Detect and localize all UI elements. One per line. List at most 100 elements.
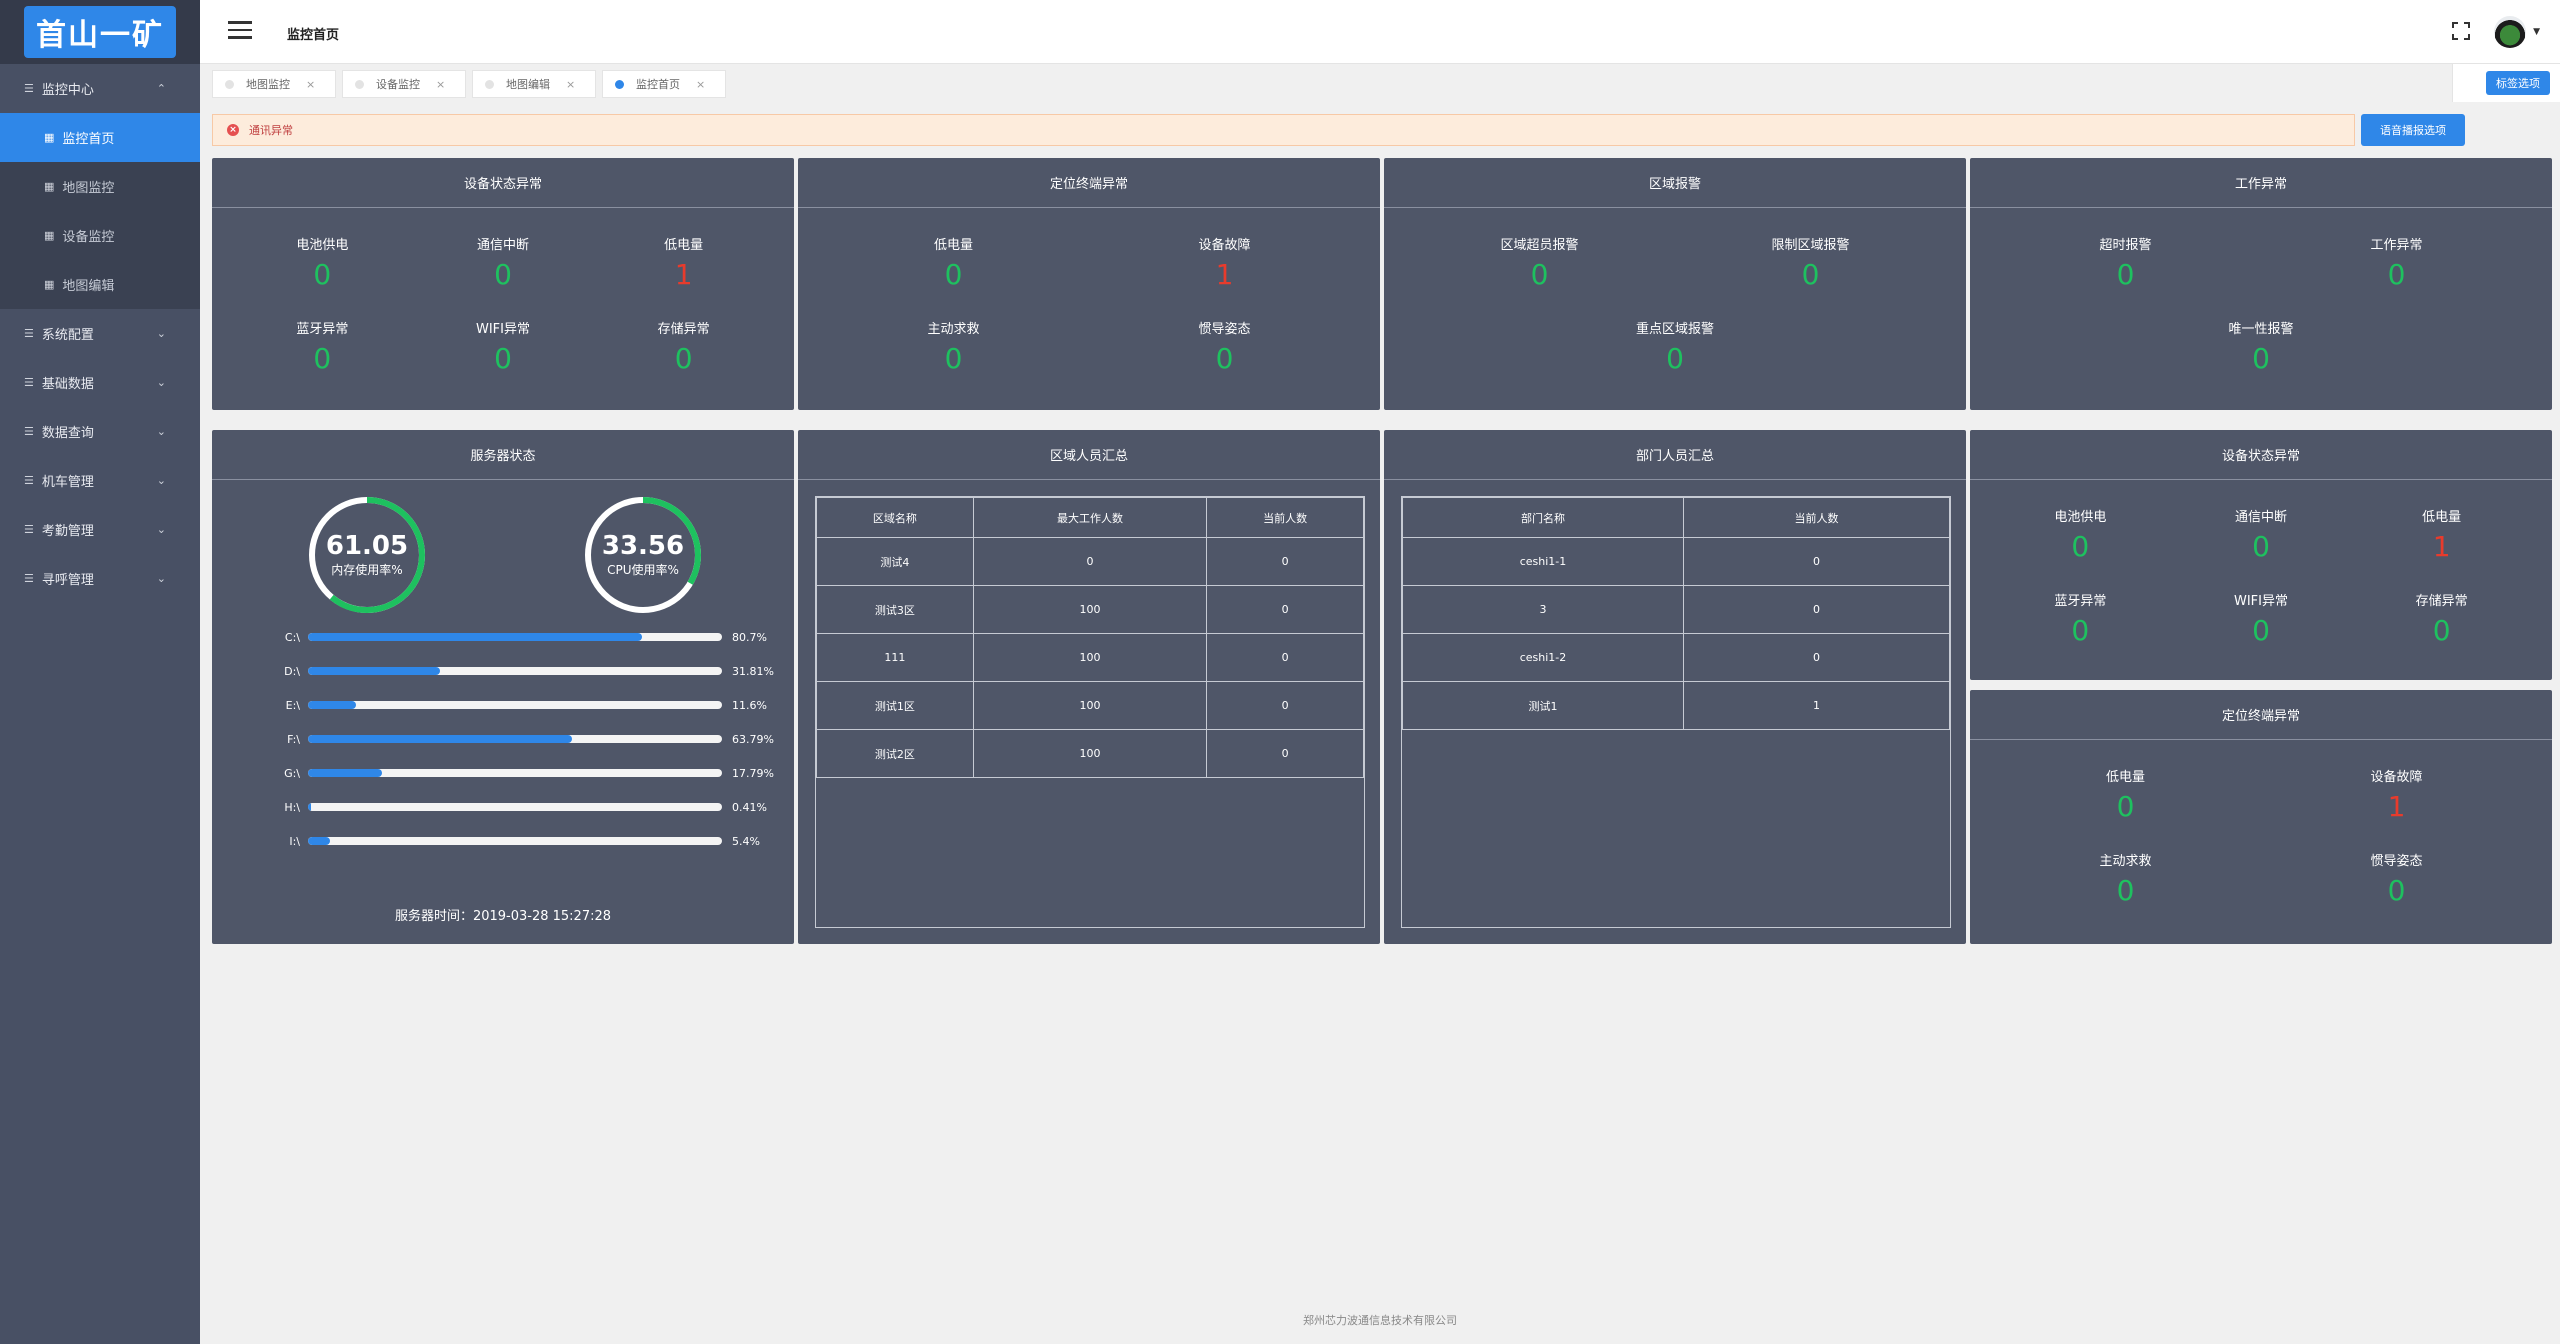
stat-value: 0 xyxy=(1801,258,1820,291)
stat-label: 惯导姿态 xyxy=(2370,854,2423,869)
menu-grid-icon: ☰ xyxy=(24,572,34,585)
tab[interactable]: 地图监控 × xyxy=(212,70,336,98)
table-cell: ceshi1-1 xyxy=(1401,537,1685,586)
stat-label: 主动求救 xyxy=(2099,854,2152,869)
menu-grid-icon: ☰ xyxy=(24,474,34,487)
disk-percent: 0.41% xyxy=(732,800,767,814)
menu-grid-icon: ☰ xyxy=(24,425,34,438)
stat-cell: 限制区域报警 0 xyxy=(1675,208,1946,292)
table-cell: 0 xyxy=(1206,585,1364,634)
stat-label: WIFI异常 xyxy=(2233,594,2288,609)
menu-grid-icon: ☰ xyxy=(24,523,34,536)
close-icon[interactable]: × xyxy=(696,78,705,91)
panel-title: 部门人员汇总 xyxy=(1384,430,1966,480)
disk-percent: 17.79% xyxy=(732,766,774,780)
sidebar-item-label: 机车管理 xyxy=(41,475,94,490)
stat-value: 0 xyxy=(2252,530,2270,563)
stat-cell: 唯一性报警 0 xyxy=(1990,292,2532,376)
server-time: 服务器时间：2019-03-28 15:27:28 xyxy=(394,909,612,924)
table-cell: 111 xyxy=(816,633,974,682)
stat-label: 主动求救 xyxy=(927,322,980,337)
panel-title: 服务器状态 xyxy=(212,430,794,480)
tab-label: 监控首页 xyxy=(636,78,680,91)
sidebar: 首山一矿 ☰ 监控中心 ⌃ ▦ 监控首页 ▦ 地图监控 ▦ 设备监控 ▦ 地图编辑 ☰ 系统配置 ⌄ ☰ 基础… xyxy=(0,0,200,1344)
disk-progress-bar xyxy=(308,803,722,811)
panel-title: 定位终端异常 xyxy=(1970,690,2552,740)
stat-label: 区域超员报警 xyxy=(1500,238,1579,253)
logo-text: 首山一矿 xyxy=(24,6,176,58)
sidebar-subitem[interactable]: ▦ 监控首页 xyxy=(0,113,200,162)
close-icon[interactable]: × xyxy=(436,78,445,91)
menu-toggle-icon[interactable] xyxy=(228,21,252,41)
sidebar-item[interactable]: ☰ 基础数据 ⌄ xyxy=(0,358,200,407)
disk-name: C:\ xyxy=(284,630,300,644)
panel-server-status: 服务器状态 61.05 内存使用率% 33.56 CPU使用率% C:\ 80.7… xyxy=(212,430,794,944)
disk-progress-fill xyxy=(308,803,312,811)
fullscreen-icon[interactable] xyxy=(2452,22,2470,40)
stat-cell: 低电量 0 xyxy=(818,208,1089,292)
sidebar-subitem[interactable]: ▦ 设备监控 xyxy=(0,211,200,260)
panel-area-alarm: 区域报警 区域超员报警 0 限制区域报警 0 重点区域报警 0 xyxy=(1384,158,1966,410)
disk-row: F:\ 63.79% xyxy=(282,729,774,749)
sidebar-subitem[interactable]: ▦ 地图编辑 xyxy=(0,260,200,309)
menu-grid-icon: ▦ xyxy=(44,229,55,242)
panel-dept-people: 部门人员汇总 部门名称 当前人数 ceshi1-1 0 3 0 ceshi1-2 0 测试1 1 xyxy=(1384,430,1966,944)
disk-row: G:\ 17.79% xyxy=(282,763,774,783)
stat-label: 低电量 xyxy=(2105,770,2145,785)
sidebar-item[interactable]: ☰ 寻呼管理 ⌄ xyxy=(0,554,200,603)
table-row: 测试3区 100 0 xyxy=(816,585,1364,634)
disk-percent: 31.81% xyxy=(732,664,774,678)
table-cell: 测试2区 xyxy=(816,729,974,778)
footer: 郑州芯力波通信息技术有限公司 xyxy=(1303,1314,1457,1327)
tab[interactable]: 地图编辑 × xyxy=(472,70,596,98)
table-header-row: 区域名称 最大工作人数 当前人数 xyxy=(816,497,1364,538)
tab[interactable]: 设备监控 × xyxy=(342,70,466,98)
table-header-cell: 当前人数 xyxy=(1683,497,1950,538)
sidebar-item[interactable]: ☰ 系统配置 ⌄ xyxy=(0,309,200,358)
tab[interactable]: 监控首页 × xyxy=(602,70,726,98)
table-cell: 1 xyxy=(1683,681,1950,730)
chevron-icon: ⌄ xyxy=(156,425,166,438)
tab-options-button[interactable]: 标签选项 xyxy=(2486,71,2550,95)
sidebar-item[interactable]: ☰ 监控中心 ⌃ xyxy=(0,64,200,113)
sidebar-item[interactable]: ☰ 考勤管理 ⌄ xyxy=(0,505,200,554)
disk-progress-bar xyxy=(308,667,722,675)
stat-value: 1 xyxy=(2432,530,2451,563)
table-cell: 0 xyxy=(1206,633,1364,682)
sidebar-subitem[interactable]: ▦ 地图监控 xyxy=(0,162,200,211)
stat-cell: 通信中断 0 xyxy=(413,208,594,292)
stat-value: 1 xyxy=(674,258,693,291)
table-cell: 0 xyxy=(1206,681,1364,730)
chevron-icon: ⌄ xyxy=(156,327,166,340)
avatar[interactable] xyxy=(2494,16,2526,48)
sidebar-item[interactable]: ☰ 数据查询 ⌄ xyxy=(0,407,200,456)
panel-device-status: 设备状态异常 电池供电 0 通信中断 0 低电量 1 蓝牙异常 0 WIFI异常 0 存储异常 0 xyxy=(212,158,794,410)
stat-cell: 电池供电 0 xyxy=(1990,480,2171,564)
stat-cell: 电池供电 0 xyxy=(232,208,413,292)
stat-label: WIFI异常 xyxy=(475,322,530,337)
stat-label: 通信中断 xyxy=(476,238,529,253)
stat-grid: 电池供电 0 通信中断 0 低电量 1 蓝牙异常 0 WIFI异常 0 存储异常 0 xyxy=(1970,480,2552,648)
stat-value: 0 xyxy=(2116,790,2135,823)
chevron-icon: ⌃ xyxy=(156,82,166,95)
table-header-row: 部门名称 当前人数 xyxy=(1401,497,1950,538)
panel-terminal-2: 定位终端异常 低电量 0 设备故障 1 主动求救 0 惯导姿态 0 xyxy=(1970,690,2552,944)
error-icon: × xyxy=(227,124,239,136)
voice-broadcast-button[interactable]: 语音播报选项 xyxy=(2361,114,2465,146)
stat-value: 0 xyxy=(2387,258,2406,291)
table-cell: 100 xyxy=(972,681,1208,730)
close-icon[interactable]: × xyxy=(566,78,575,91)
panel-title: 工作异常 xyxy=(1970,158,2552,208)
close-icon[interactable]: × xyxy=(306,78,315,91)
stat-cell: 工作异常 0 xyxy=(2261,208,2532,292)
caret-down-icon[interactable]: ▼ xyxy=(2533,27,2540,37)
stat-cell: 设备故障 1 xyxy=(1089,208,1360,292)
sidebar-item[interactable]: ☰ 机车管理 ⌄ xyxy=(0,456,200,505)
stat-label: 唯一性报警 xyxy=(2228,322,2294,337)
panel-title: 设备状态异常 xyxy=(212,158,794,208)
stat-cell: 低电量 1 xyxy=(593,208,774,292)
page-title: 监控首页 xyxy=(287,28,340,43)
table-header-cell: 最大工作人数 xyxy=(972,497,1208,538)
stat-grid: 超时报警 0 工作异常 0 唯一性报警 0 xyxy=(1970,208,2552,376)
sidebar-subitem-label: 地图编辑 xyxy=(62,279,115,294)
